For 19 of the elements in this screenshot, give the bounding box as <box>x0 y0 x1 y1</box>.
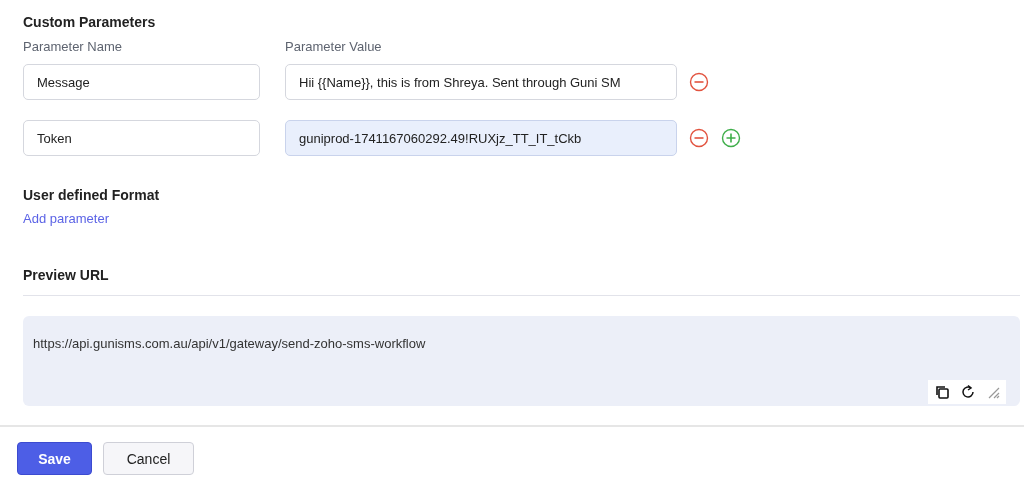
name-field[interactable]: Message <box>23 64 260 100</box>
refresh-icon[interactable] <box>960 384 976 400</box>
remove-icon[interactable] <box>689 128 709 148</box>
save-button[interactable]: Save <box>17 442 92 475</box>
add-parameter-link[interactable]: Add parameter <box>23 211 109 226</box>
column-label: Parameter Name <box>23 39 123 54</box>
column-label: Parameter Value <box>285 39 383 54</box>
preview-url: https://api.gunisms.com.au/api/v1/gateway/send-zoho-sms-workflow <box>33 336 426 351</box>
resize-handle-icon[interactable] <box>986 385 1000 399</box>
add-icon[interactable] <box>721 128 741 148</box>
cancel-button[interactable]: Cancel <box>103 442 194 475</box>
section-title: Custom Parameters <box>23 14 157 30</box>
section-title: Preview URL <box>23 267 110 283</box>
copy-icon[interactable] <box>934 384 950 400</box>
value-field[interactable]: guniprod-1741167060292.49!RUXjz_TT_IT_tCkb <box>285 120 677 156</box>
name-field[interactable]: Token <box>23 120 260 156</box>
section-title: User defined Format <box>23 187 161 203</box>
remove-icon[interactable] <box>689 72 709 92</box>
value-field[interactable]: Hii {{Name}}, this is from Shreya. Sent through Guni SM <box>285 64 677 100</box>
